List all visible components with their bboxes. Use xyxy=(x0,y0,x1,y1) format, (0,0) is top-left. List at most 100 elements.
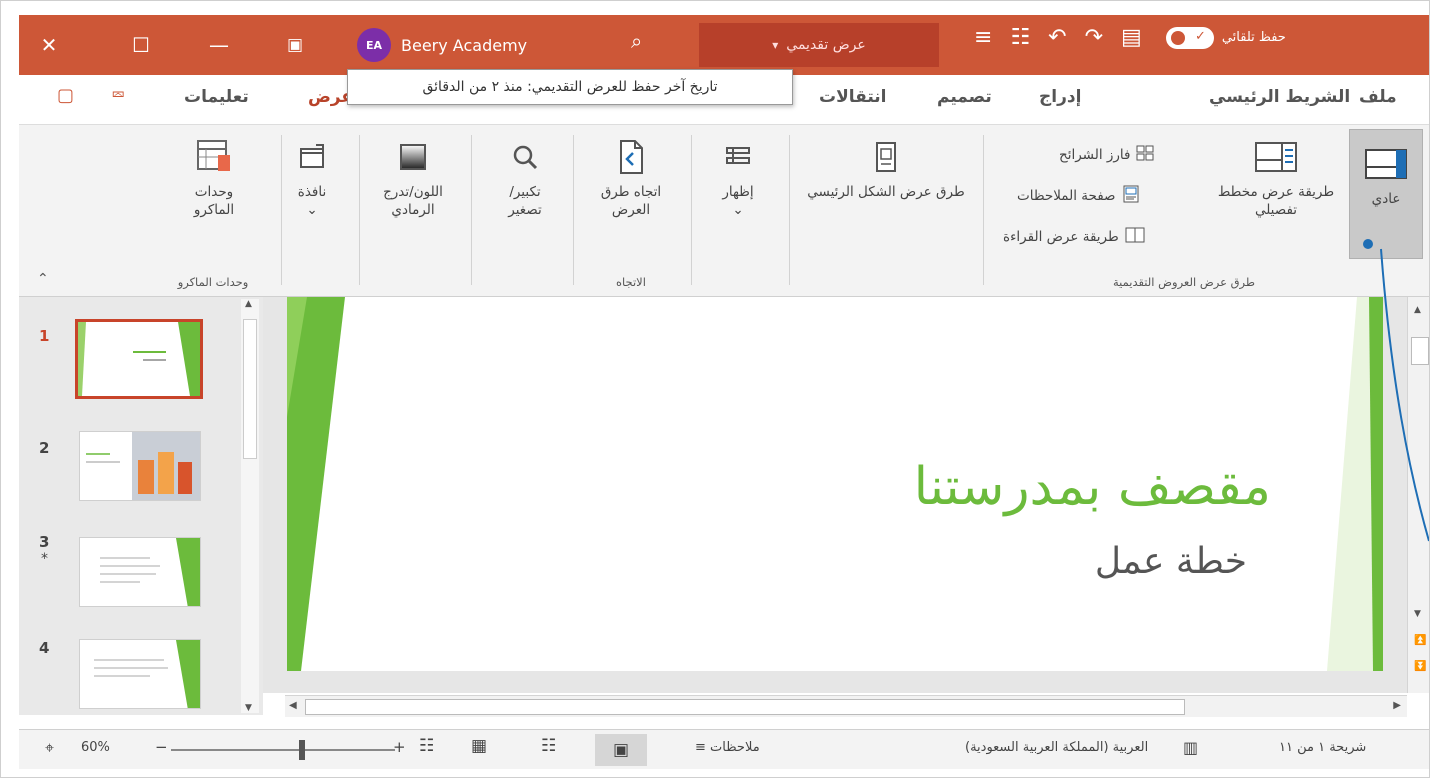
slideshow-view-icon[interactable]: ☷ xyxy=(419,736,434,756)
slide-sorter-button[interactable]: فارز الشرائح xyxy=(1059,145,1154,165)
slide-number: 1 xyxy=(39,327,50,345)
slide-number: 2 xyxy=(39,439,50,457)
normal-view-button[interactable]: عادي xyxy=(1349,129,1423,259)
zoom-label: تكبير/ تصغير xyxy=(508,184,542,218)
tab-file[interactable]: ملف xyxy=(1359,87,1397,107)
user-name: Beery Academy xyxy=(401,35,528,55)
document-name[interactable]: ▾ عرض تقديمي xyxy=(699,23,939,67)
macros-icon xyxy=(192,137,236,177)
tab-home[interactable]: الشريط الرئيسي xyxy=(1209,87,1350,107)
outline-view-button[interactable]: طريقة عرض مخطط تفصيلي xyxy=(1209,137,1343,219)
toggle-switch xyxy=(1165,26,1214,49)
slide-title[interactable]: مقصف بمدرستنا xyxy=(914,457,1271,517)
scroll-down-icon[interactable]: ▼ xyxy=(245,703,252,713)
language-indicator[interactable]: العربية (المملكة العربية السعودية) xyxy=(965,740,1148,755)
zoom-out-icon[interactable]: − xyxy=(155,738,168,756)
group-divider xyxy=(359,135,360,285)
group-divider xyxy=(471,135,472,285)
restore-icon[interactable]: ☐ xyxy=(111,15,171,75)
notes-page-button[interactable]: صفحة الملاحظات xyxy=(1017,185,1140,207)
powerpoint-window: ✕ ☐ — ▣ EA Beery Academy ⌕ ▾ عرض تقديمي … xyxy=(0,0,1430,778)
slide-indicator: شريحة ١ من ١١ xyxy=(1279,740,1367,755)
color-grayscale-button[interactable]: اللون/تدرج الرمادي xyxy=(363,137,463,219)
show-icon xyxy=(716,137,760,177)
autosave-label: حفظ تلقائي xyxy=(1221,30,1286,45)
zoom-icon xyxy=(503,137,547,177)
zoom-in-icon[interactable]: + xyxy=(393,738,406,756)
group-divider xyxy=(691,135,692,285)
slide-thumbnail-image xyxy=(79,639,201,709)
previous-slide-icon[interactable]: ⏫ xyxy=(1414,635,1426,646)
fit-slide-icon[interactable]: ⌖ xyxy=(45,738,54,758)
animation-star-icon: * xyxy=(41,551,48,567)
editor-horizontal-scrollbar[interactable]: ◀ ▶ xyxy=(285,695,1407,717)
tab-insert[interactable]: إدراج xyxy=(1039,87,1081,107)
share-icon[interactable]: ⮹ xyxy=(111,85,125,106)
master-views-button[interactable]: طرق عرض الشكل الرئيسي xyxy=(791,137,981,201)
chevron-down-icon: ⌄ xyxy=(732,202,744,218)
search-icon[interactable]: ⌕ xyxy=(631,29,642,53)
reading-view-icon[interactable]: ▦ xyxy=(471,736,487,756)
zoom-button[interactable]: تكبير/ تصغير xyxy=(487,137,563,219)
accessibility-icon[interactable]: ▥ xyxy=(1183,738,1198,757)
collapse-ribbon-icon[interactable]: ⌃ xyxy=(37,271,49,287)
customize-toolbar-icon[interactable]: ≡ xyxy=(974,25,992,50)
scroll-right-icon[interactable]: ▶ xyxy=(1393,700,1401,711)
orientation-label: اتجاه طرق العرض xyxy=(600,184,662,218)
next-slide-icon[interactable]: ⏬ xyxy=(1414,661,1426,672)
notes-icon: ≡ xyxy=(695,740,706,755)
show-button[interactable]: إظهار ⌄ xyxy=(703,137,773,219)
slide-sorter-icon[interactable]: ☷ xyxy=(541,736,556,756)
comments-icon[interactable]: ▢ xyxy=(57,85,74,106)
color-grayscale-label: اللون/تدرج الرمادي xyxy=(383,184,443,218)
scroll-thumb[interactable] xyxy=(243,319,257,459)
undo-icon[interactable]: ↶ xyxy=(1048,25,1066,50)
scroll-up-icon[interactable]: ▲ xyxy=(245,299,252,309)
slide-sorter-label: فارز الشرائح xyxy=(1059,147,1131,163)
scroll-thumb[interactable] xyxy=(305,699,1185,715)
window-button[interactable]: نافذة ⌄ xyxy=(281,137,343,219)
window-icon xyxy=(290,137,334,177)
normal-view-icon[interactable]: ▣ xyxy=(595,734,647,766)
zoom-slider[interactable] xyxy=(171,749,395,751)
macros-group-label: وحدات الماكرو xyxy=(177,275,249,289)
zoom-level[interactable]: 60% xyxy=(81,740,110,755)
status-bar: ⌖ 60% − + ☷ ▦ ☷ ▣ ملاحظات ≡ العربية (الم… xyxy=(19,729,1429,769)
chevron-down-icon: ⌄ xyxy=(306,202,318,218)
slide-number: 3 xyxy=(39,533,50,551)
start-from-beginning-icon[interactable]: ☷ xyxy=(1010,25,1030,50)
document-name-label: عرض تقديمي xyxy=(786,37,866,53)
autosave-toggle[interactable]: حفظ تلقائي xyxy=(1165,26,1286,49)
editor-vertical-scrollbar[interactable]: ▲ ▼ ⏫ ⏬ xyxy=(1407,297,1429,693)
orientation-button[interactable]: اتجاه طرق العرض xyxy=(581,137,681,219)
slide-subtitle[interactable]: خطة عمل xyxy=(1095,541,1247,582)
ribbon-display-options-icon[interactable]: ▣ xyxy=(265,15,325,75)
macros-button[interactable]: وحدات الماكرو xyxy=(169,137,259,219)
scroll-left-icon[interactable]: ◀ xyxy=(289,700,297,711)
reading-view-label: طريقة عرض القراءة xyxy=(1003,229,1119,245)
notes-button[interactable]: ملاحظات ≡ xyxy=(695,740,760,755)
scroll-thumb[interactable] xyxy=(1411,337,1429,365)
slide-thumbnails-pane: 1 2 3 * 4 ▲ ▼ xyxy=(19,297,263,715)
zoom-slider-knob[interactable] xyxy=(299,740,305,760)
normal-view-icon xyxy=(1364,144,1408,184)
normal-view-label: عادي xyxy=(1371,191,1401,207)
avatar: EA xyxy=(357,28,391,62)
redo-icon[interactable]: ↷ xyxy=(1085,25,1103,50)
notes-page-label: صفحة الملاحظات xyxy=(1017,188,1116,204)
tab-transitions[interactable]: انتقالات xyxy=(819,87,887,107)
save-icon[interactable]: ▤ xyxy=(1121,25,1142,50)
reading-view-button[interactable]: طريقة عرض القراءة xyxy=(1003,227,1145,247)
notes-page-icon xyxy=(1122,185,1140,207)
scroll-up-icon[interactable]: ▲ xyxy=(1414,305,1421,315)
thumbnails-scrollbar[interactable]: ▲ ▼ xyxy=(241,299,259,713)
close-icon[interactable]: ✕ xyxy=(19,15,79,75)
scroll-down-icon[interactable]: ▼ xyxy=(1414,609,1421,619)
tab-design[interactable]: تصميم xyxy=(937,87,992,107)
tab-help[interactable]: تعليمات xyxy=(184,87,249,107)
orientation-icon xyxy=(609,137,653,177)
account-button[interactable]: EA Beery Academy xyxy=(357,27,527,63)
minimize-icon[interactable]: — xyxy=(189,15,249,75)
slide-canvas[interactable]: مقصف بمدرستنا خطة عمل xyxy=(287,297,1383,671)
group-divider xyxy=(573,135,574,285)
